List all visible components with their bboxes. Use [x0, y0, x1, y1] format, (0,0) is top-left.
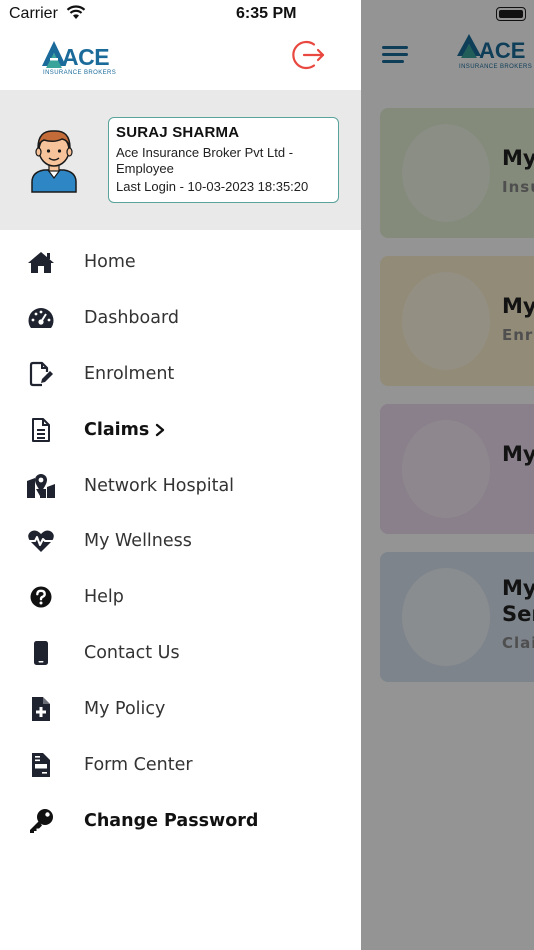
last-login: Last Login - 10-03-2023 18:35:20: [116, 179, 309, 194]
navigation-drawer: ACE INSURANCE BROKERS SURAJ SHARMA Ace I…: [0, 0, 361, 950]
profile-section: SURAJ SHARMA Ace Insurance Broker Pvt Lt…: [0, 90, 361, 230]
menu-item-contact-us[interactable]: Contact Us: [0, 625, 361, 681]
menu-item-label: Claims: [84, 419, 150, 440]
user-company: Ace Insurance Broker Pvt Ltd - Employee: [116, 145, 294, 176]
menu-item-claims[interactable]: Claims: [0, 402, 361, 458]
carrier-label: Carrier: [9, 5, 58, 22]
menu-item-dashboard[interactable]: Dashboard: [0, 290, 361, 346]
menu-item-label: Home: [84, 251, 136, 272]
file-medical-icon: [26, 695, 56, 723]
ace-logo: ACE INSURANCE BROKERS: [40, 38, 120, 82]
drawer-header: ACE INSURANCE BROKERS: [0, 28, 361, 90]
profile-card[interactable]: SURAJ SHARMA Ace Insurance Broker Pvt Lt…: [108, 117, 339, 203]
chevron-right-icon: [155, 423, 165, 436]
menu-item-my-policy[interactable]: My Policy: [0, 681, 361, 737]
user-name: SURAJ SHARMA: [116, 124, 240, 141]
map-pin-icon: [26, 472, 56, 500]
menu-item-label: Form Center: [84, 754, 193, 775]
menu-item-label: Enrolment: [84, 363, 175, 384]
gauge-icon: [26, 304, 56, 332]
status-bar: Carrier 6:35 PM: [0, 0, 534, 28]
user-avatar-icon: [31, 130, 77, 193]
logo-word: ACE: [62, 44, 110, 70]
menu-item-my-wellness[interactable]: My Wellness: [0, 513, 361, 569]
logout-icon[interactable]: [291, 37, 327, 73]
heartbeat-icon: [26, 527, 56, 555]
menu-item-enrolment[interactable]: Enrolment: [0, 346, 361, 402]
menu-item-label: Dashboard: [84, 307, 179, 328]
menu-item-form-center[interactable]: Form Center: [0, 737, 361, 793]
home-icon: [26, 248, 56, 276]
menu-item-help[interactable]: Help: [0, 569, 361, 625]
menu-item-change-password[interactable]: Change Password: [0, 793, 361, 849]
battery-icon: [496, 7, 526, 21]
menu-item-label: Change Password: [84, 810, 259, 831]
wifi-icon: [66, 5, 86, 19]
menu-item-network-hospital[interactable]: Network Hospital: [0, 458, 361, 514]
logo-tagline: INSURANCE BROKERS: [43, 70, 117, 76]
drawer-menu: Home Dashboard Enrolment Claims Network …: [0, 234, 361, 849]
menu-item-home[interactable]: Home: [0, 234, 361, 290]
document-icon: [26, 416, 56, 444]
question-icon: [26, 583, 56, 611]
key-icon: [26, 807, 56, 835]
menu-item-label: My Policy: [84, 699, 166, 720]
file-invoice-icon: [26, 751, 56, 779]
mobile-icon: [26, 639, 56, 667]
menu-item-label: Contact Us: [84, 643, 180, 664]
menu-item-label: My Wellness: [84, 531, 192, 552]
status-time: 6:35 PM: [236, 5, 297, 22]
menu-item-label: Network Hospital: [84, 475, 235, 496]
edit-file-icon: [26, 360, 56, 388]
menu-item-label: Help: [84, 587, 124, 608]
